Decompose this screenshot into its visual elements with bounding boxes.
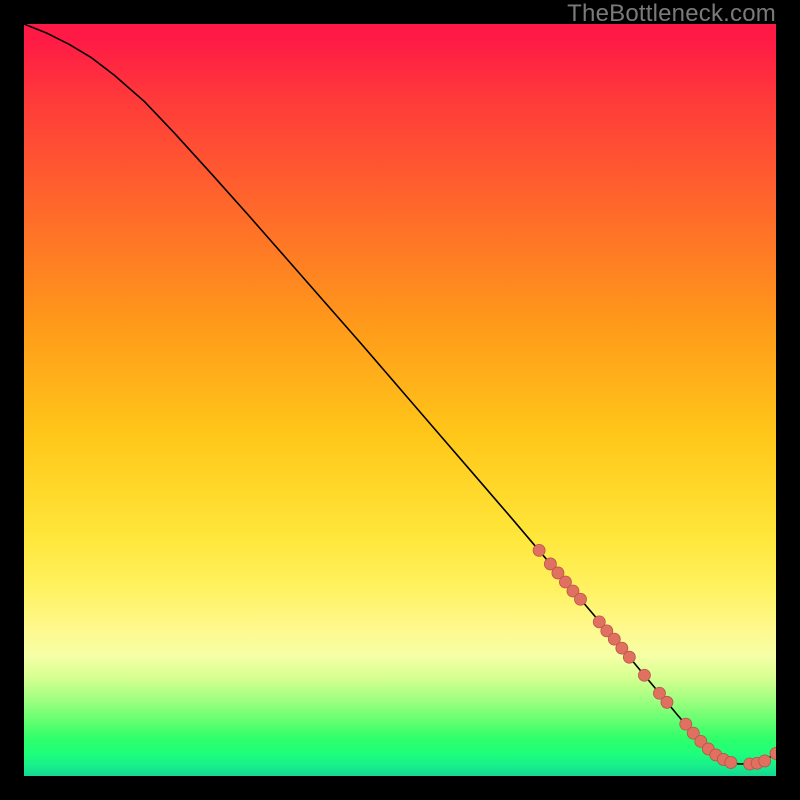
curve-line	[24, 24, 776, 764]
data-marker	[725, 756, 737, 768]
chart-area	[24, 24, 776, 776]
data-marker	[638, 669, 650, 681]
data-marker	[533, 544, 545, 556]
marker-group	[533, 544, 776, 770]
data-marker	[574, 593, 586, 605]
data-marker	[770, 747, 776, 759]
data-marker	[623, 651, 635, 663]
curve-layer	[24, 24, 776, 776]
watermark-text: TheBottleneck.com	[567, 0, 776, 28]
data-marker	[759, 755, 771, 767]
data-marker	[661, 696, 673, 708]
